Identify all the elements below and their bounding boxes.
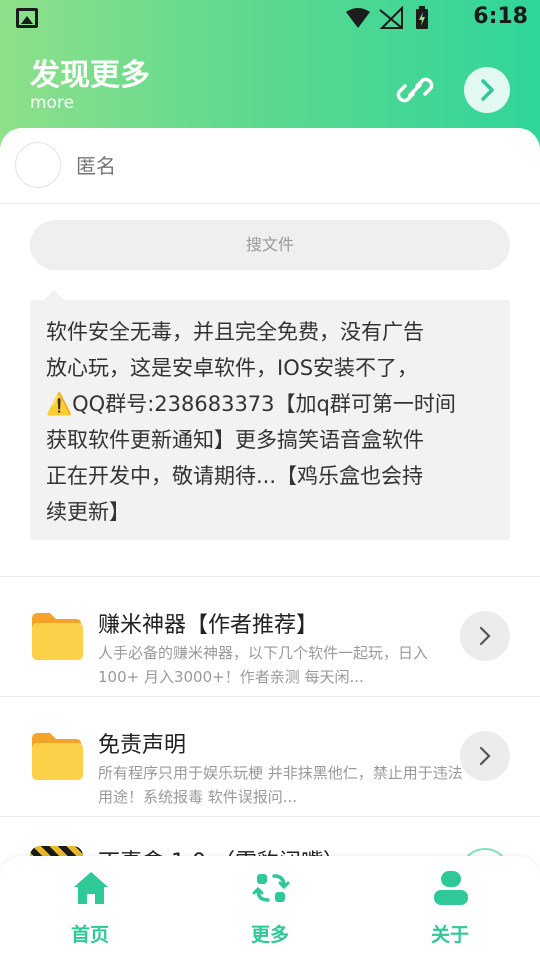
tab-about[interactable]: 关于 [400, 870, 500, 950]
status-icons [346, 6, 428, 29]
status-time: 6:18 [473, 4, 528, 29]
item-description: 所有程序只用于娱乐玩梗 并非抹黑他仁，禁止用于违法用途！系统报毒 软件误报问..… [98, 764, 463, 806]
next-button[interactable] [464, 67, 510, 113]
status-bar: 6:18 [0, 0, 540, 36]
item-title: 赚米神器【作者推荐】 [98, 613, 319, 638]
item-open-button[interactable] [460, 731, 510, 781]
item-description: 人手必备的赚米神器，以下几个软件一起玩，日入100+ 月入3000+！作者亲测 … [98, 644, 429, 686]
link-button[interactable] [393, 68, 437, 112]
wifi-icon [346, 8, 370, 28]
link-icon [396, 77, 434, 103]
folder-icon [32, 613, 83, 660]
user-icon [434, 871, 468, 905]
avatar[interactable] [15, 142, 61, 188]
tab-label: 更多 [250, 924, 289, 946]
tab-label: 关于 [430, 924, 469, 946]
list-item-dingzhen[interactable]: 丁真盒 1.0 （雪豹闭嘴） [0, 818, 540, 858]
page-title: 发现更多 [30, 58, 150, 93]
chevron-right-icon [479, 746, 491, 766]
notice-pointer [44, 290, 64, 300]
notice-line: 软件安全无毒，并且完全免费，没有广告 [46, 320, 424, 344]
tab-home[interactable]: 首页 [40, 870, 140, 950]
content-sheet: 匿名 搜文件 软件安全无毒，并且完全免费，没有广告 放心玩，这是安卓软件，IOS… [0, 128, 540, 960]
search-input[interactable]: 搜文件 [30, 220, 510, 270]
no-signal-icon [379, 6, 403, 29]
item-title: 免责声明 [98, 733, 187, 758]
chevron-right-icon [479, 626, 491, 646]
notice-line: ⚠️QQ群号:238683373【加q群可第一时间 [46, 392, 456, 416]
tab-more[interactable]: 更多 [220, 870, 320, 950]
notice-line: 续更新】 [46, 500, 130, 524]
image-icon [16, 8, 38, 28]
username: 匿名 [76, 154, 116, 178]
home-icon [74, 872, 108, 904]
notice-line: 获取软件更新通知】更多搞笑语音盒软件 [46, 428, 424, 452]
user-row[interactable]: 匿名 [0, 128, 540, 204]
chevron-right-icon [481, 79, 494, 101]
tab-label: 首页 [70, 924, 109, 946]
notice-line: 放心玩，这是安卓软件，IOS安装不了， [46, 356, 419, 380]
refresh-icon [252, 874, 290, 902]
list-item-money-tool[interactable]: 赚米神器【作者推荐】 人手必备的赚米神器，以下几个软件一起玩，日入100+ 月入… [0, 577, 540, 697]
page-subtitle: more [30, 93, 75, 113]
bottom-tab-bar: 首页 更多 关于 [0, 856, 540, 960]
notice-line: 正在开发中，敬请期待...【鸡乐盒也会持 [46, 464, 424, 488]
folder-icon [32, 733, 83, 780]
list-item-disclaimer[interactable]: 免责声明 所有程序只用于娱乐玩梗 并非抹黑他仁，禁止用于违法用途！系统报毒 软件… [0, 697, 540, 817]
item-open-button[interactable] [460, 611, 510, 661]
battery-icon [416, 6, 428, 29]
notice-box: 软件安全无毒，并且完全免费，没有广告 放心玩，这是安卓软件，IOS安装不了， ⚠… [30, 300, 510, 540]
